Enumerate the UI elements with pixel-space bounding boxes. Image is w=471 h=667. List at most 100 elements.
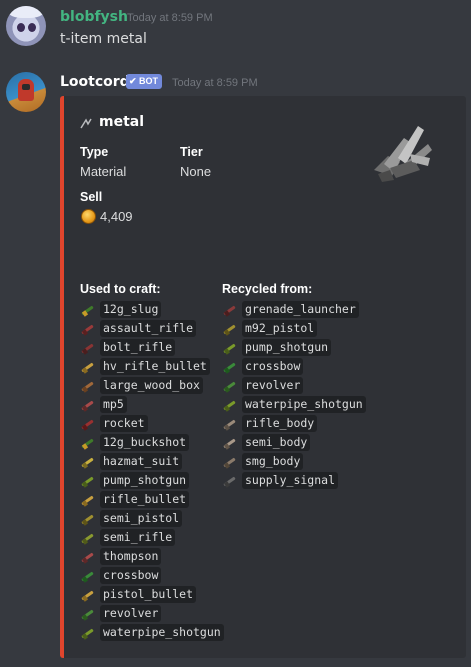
bot-avatar[interactable] xyxy=(6,72,46,112)
list-item: pistol_bullet xyxy=(80,585,224,604)
list-item: crossbow xyxy=(222,357,366,376)
list-item: pump_shotgun xyxy=(222,338,366,357)
list-item: revolver xyxy=(222,376,366,395)
item-name: 12g_slug xyxy=(100,301,162,318)
list-item: smg_body xyxy=(222,452,366,471)
item-name: smg_body xyxy=(242,453,304,470)
item-name: rifle_bullet xyxy=(100,491,190,508)
avatar-eye xyxy=(28,23,36,32)
list-item: semi_rifle xyxy=(80,528,224,547)
shotgun-icon xyxy=(222,341,236,355)
bullet-icon xyxy=(80,588,94,602)
smg-icon xyxy=(80,398,94,412)
item-name: thompson xyxy=(100,548,162,565)
item-name: m92_pistol xyxy=(242,320,318,337)
rifle-body-icon xyxy=(222,417,236,431)
list-item: 12g_buckshot xyxy=(80,433,224,452)
timestamp: Today at 8:59 PM xyxy=(172,77,258,89)
used-to-craft-label: Used to craft: xyxy=(80,282,161,296)
assault-rifle-icon xyxy=(80,322,94,336)
recycled-from-label: Recycled from: xyxy=(222,282,313,296)
item-name: hv_rifle_bullet xyxy=(100,358,210,375)
tier-label: Tier xyxy=(180,145,203,159)
rocket-icon xyxy=(80,417,94,431)
list-item: large_wood_box xyxy=(80,376,224,395)
list-item: rifle_bullet xyxy=(80,490,224,509)
list-item: waterpipe_shotgun xyxy=(80,623,224,642)
coin-icon xyxy=(81,209,96,224)
crossbow-icon xyxy=(80,569,94,583)
shotgun-shell-icon xyxy=(80,303,94,317)
list-item: rocket xyxy=(80,414,224,433)
item-name: crossbow xyxy=(242,358,304,375)
bot-username[interactable]: Lootcord xyxy=(60,74,130,90)
revolver-icon xyxy=(80,607,94,621)
avatar-eye xyxy=(17,23,25,32)
list-item: grenade_launcher xyxy=(222,300,366,319)
list-item: pump_shotgun xyxy=(80,471,224,490)
bolt-rifle-icon xyxy=(80,341,94,355)
list-item: waterpipe_shotgun xyxy=(222,395,366,414)
list-item: m92_pistol xyxy=(222,319,366,338)
list-item: semi_body xyxy=(222,433,366,452)
list-item: mp5 xyxy=(80,395,224,414)
hazmat-suit-icon xyxy=(80,455,94,469)
username[interactable]: blobfysh xyxy=(60,9,128,25)
grenade-launcher-icon xyxy=(222,303,236,317)
message-1: blobfysh Today at 8:59 PM t-item metal xyxy=(0,0,471,60)
smg-icon xyxy=(80,550,94,564)
item-name: bolt_rifle xyxy=(100,339,176,356)
item-name: pistol_bullet xyxy=(100,586,197,603)
crossbow-icon xyxy=(222,360,236,374)
shotgun-icon xyxy=(80,474,94,488)
bot-badge-label: BOT xyxy=(139,76,159,86)
list-item: thompson xyxy=(80,547,224,566)
item-name: supply_signal xyxy=(242,472,339,489)
bullet-icon xyxy=(80,493,94,507)
metal-fragments-icon xyxy=(80,118,92,129)
avatar-face xyxy=(22,84,30,90)
pistol-icon xyxy=(80,512,94,526)
list-item: 12g_slug xyxy=(80,300,224,319)
list-item: supply_signal xyxy=(222,471,366,490)
list-item: hv_rifle_bullet xyxy=(80,357,224,376)
item-name: hazmat_suit xyxy=(100,453,183,470)
shotgun-icon xyxy=(222,398,236,412)
item-name: semi_body xyxy=(242,434,311,451)
item-name: rifle_body xyxy=(242,415,318,432)
shotgun-icon xyxy=(80,626,94,640)
item-name: large_wood_box xyxy=(100,377,203,394)
list-item: hazmat_suit xyxy=(80,452,224,471)
sell-label: Sell xyxy=(80,190,103,204)
list-item: assault_rifle xyxy=(80,319,224,338)
sell-value: 4,409 xyxy=(100,209,133,224)
recycled-from-list: grenade_launcher m92_pistol pump_shotguncr… xyxy=(222,300,366,490)
item-name: grenade_launcher xyxy=(242,301,359,318)
avatar-hair xyxy=(8,6,44,18)
pistol-icon xyxy=(222,322,236,336)
item-name: revolver xyxy=(100,605,162,622)
list-item: semi_pistol xyxy=(80,509,224,528)
list-item: crossbow xyxy=(80,566,224,585)
avatar-figure xyxy=(18,79,34,101)
list-item: bolt_rifle xyxy=(80,338,224,357)
item-name: semi_pistol xyxy=(100,510,183,527)
timestamp: Today at 8:59 PM xyxy=(127,12,213,24)
item-name: mp5 xyxy=(100,396,127,413)
avatar[interactable] xyxy=(6,6,46,46)
item-name: 12g_buckshot xyxy=(100,434,190,451)
list-item: rifle_body xyxy=(222,414,366,433)
bot-badge: ✔ BOT xyxy=(126,74,163,89)
item-name: assault_rifle xyxy=(100,320,197,337)
item-embed: metal Type Material Tier None Sell 4,409… xyxy=(60,96,466,658)
supply-signal-icon xyxy=(222,474,236,488)
item-name: pump_shotgun xyxy=(100,472,190,489)
embed-title: metal xyxy=(99,114,145,130)
type-label: Type xyxy=(80,145,109,159)
item-name: waterpipe_shotgun xyxy=(100,624,224,641)
item-name: crossbow xyxy=(100,567,162,584)
revolver-icon xyxy=(222,379,236,393)
bullet-icon xyxy=(80,360,94,374)
item-name: pump_shotgun xyxy=(242,339,332,356)
semi-body-icon xyxy=(222,436,236,450)
